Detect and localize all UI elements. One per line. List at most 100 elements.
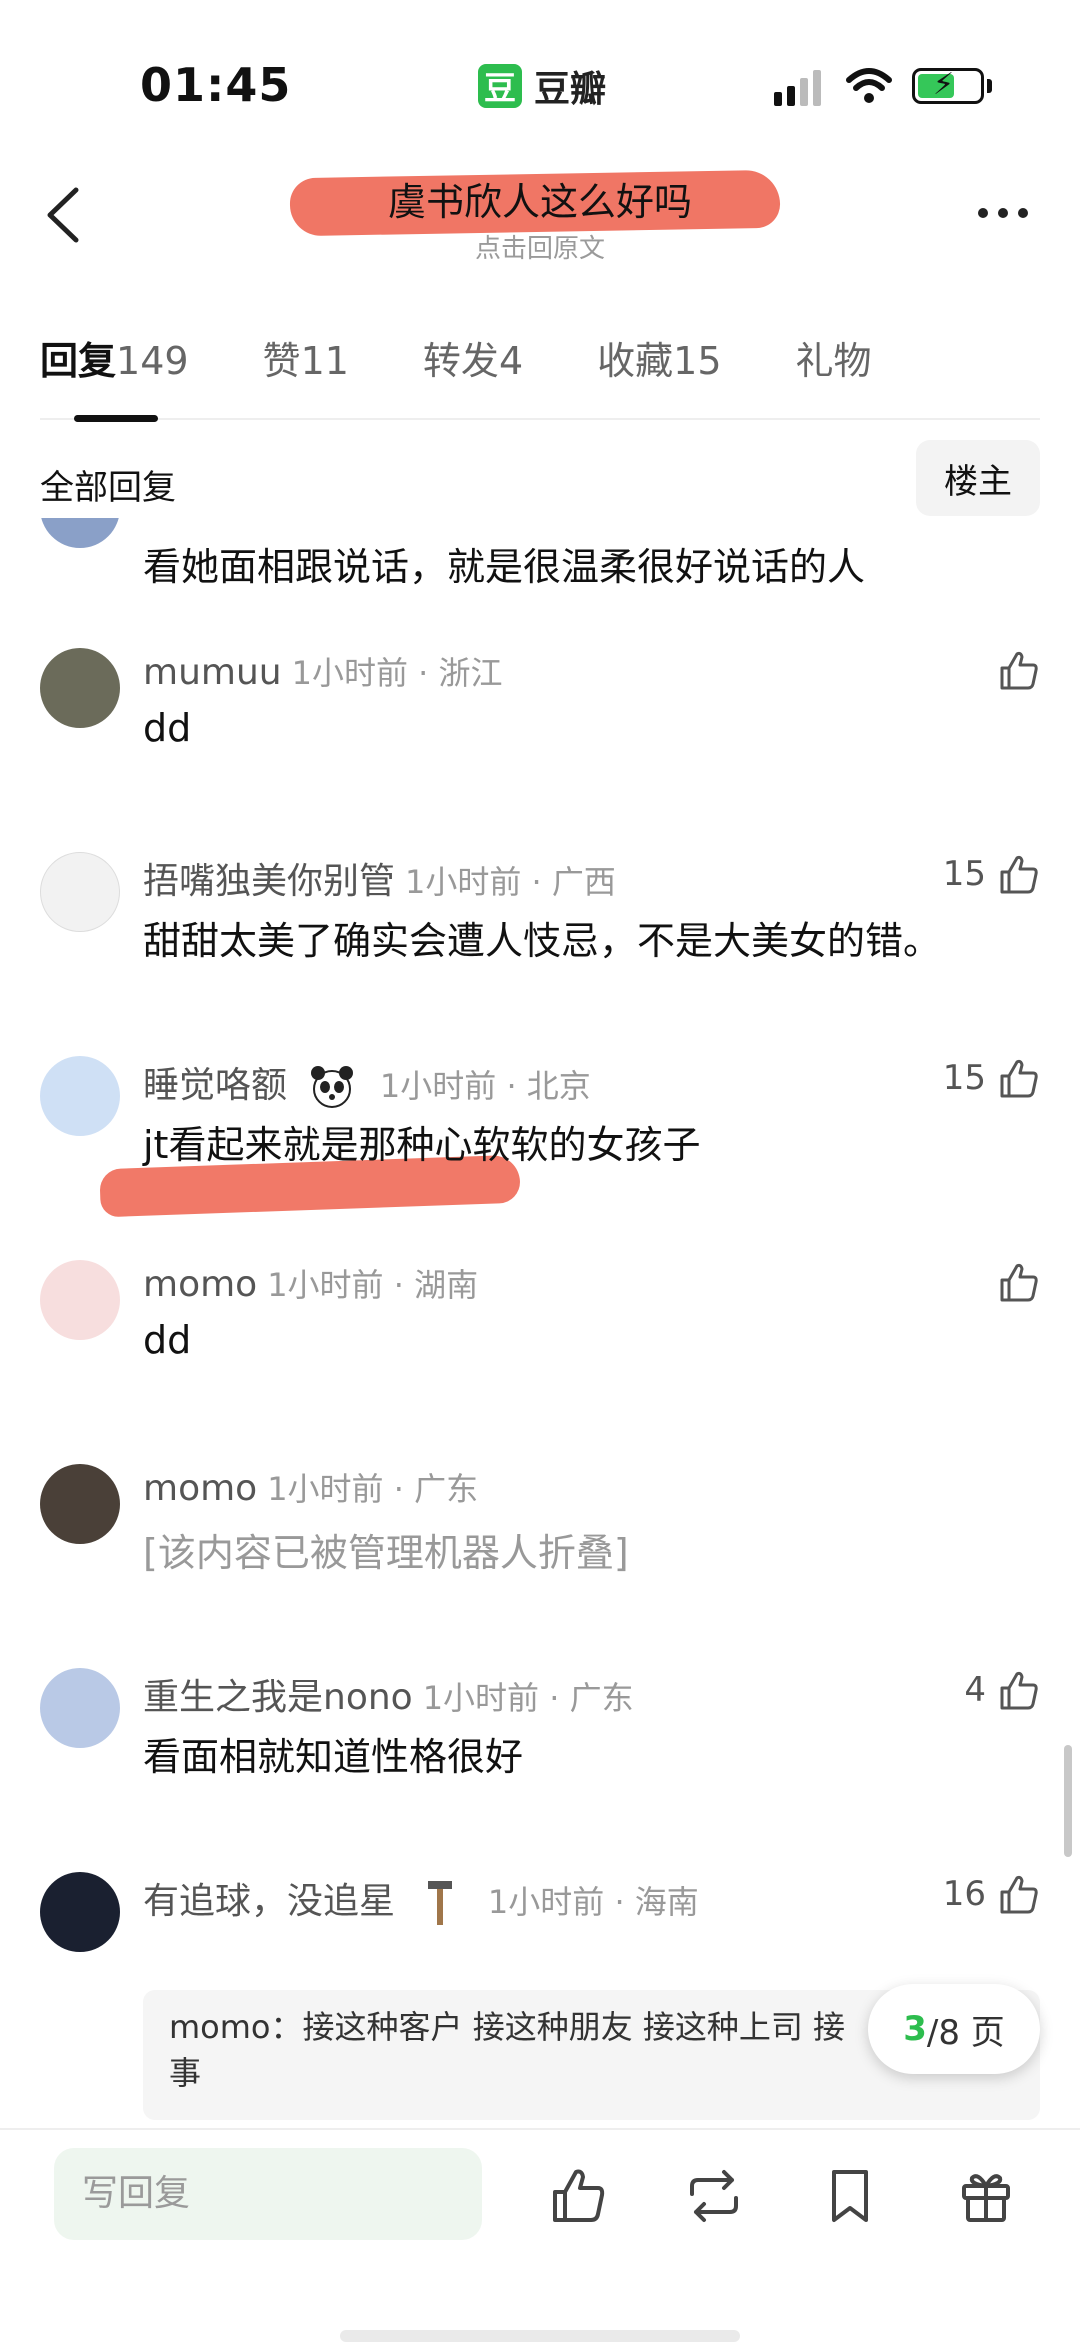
comment-author[interactable]: momo [143,1264,257,1305]
total-pages: /8 页 [926,2012,1005,2053]
thumbs-up-icon [1000,1059,1038,1098]
status-bar: 01:45 豆 豆瓣 ⚡ [0,0,1080,150]
like-count: 15 [942,854,986,894]
tab-reposts[interactable]: 转发4 [423,330,523,418]
app-name: 豆瓣 [534,69,607,110]
comment-like-button[interactable]: 4 [964,1668,1040,1712]
hammer-badge-icon [428,1881,453,1925]
thumbs-up-icon [1000,651,1038,690]
comment-like-button[interactable]: 15 [943,1056,1040,1100]
avatar[interactable] [40,1464,120,1544]
comment-content: dd [143,706,192,750]
comment-like-button[interactable]: 16 [943,1872,1040,1916]
tab-count: 15 [673,339,722,383]
comment-author[interactable]: 重生之我是nono [143,1677,413,1718]
tab-count: 149 [116,339,189,383]
comment-item: momo 1小时前 · 广东 [该内容已被管理机器人折叠] [0,1464,1080,1664]
douban-logo-icon: 豆 [478,64,522,108]
page-indicator[interactable]: 3/8 页 [868,1984,1040,2074]
scrollbar[interactable] [1064,1745,1072,1857]
avatar[interactable] [40,1260,120,1340]
quoted-author: momo： [169,2008,303,2046]
comment-author[interactable]: mumuu [143,652,282,693]
tab-label: 礼物 [795,339,872,383]
repost-icon[interactable] [682,2164,746,2228]
tab-label: 赞 [262,339,301,383]
tab-count: 4 [498,339,524,383]
filter-row: 全部回复 楼主 [40,440,1040,516]
thumbs-up-icon [1000,1671,1038,1710]
comment-header: momo 1小时前 · 广东 [143,1464,478,1510]
comment-item: mumuu 1小时前 · 浙江 dd [0,648,1080,848]
tab-collections[interactable]: 收藏15 [597,330,721,418]
comment-author[interactable]: 捂嘴独美你别管 [143,861,395,902]
quoted-text: 接这种客户 接这种朋友 接这种上司 接 [302,2008,846,2046]
like-count: 15 [942,1058,986,1098]
comment-header: momo 1小时前 · 湖南 [143,1260,478,1306]
comment-content: 看面相就知道性格很好 [143,1735,524,1779]
comment-item: 看她面相跟说话，就是很温柔很好说话的人 [0,518,1080,648]
comment-content: 看她面相跟说话，就是很温柔很好说话的人 [143,545,866,589]
owner-only-button[interactable]: 楼主 [916,440,1040,516]
comment-like-button[interactable]: 15 [943,852,1040,896]
like-icon[interactable] [545,2164,609,2228]
battery-charging-icon: ⚡ [912,67,984,104]
comment-content: jt看起来就是那种心软软的女孩子 [143,1123,701,1167]
comment-like-button[interactable] [986,1260,1040,1304]
comment-content: 甜甜太美了确实会遭人忮忌，不是大美女的错。 [143,919,942,963]
comment-item: 捂嘴独美你别管 1小时前 · 广西 15 甜甜太美了确实会遭人忮忌，不是大美女的错… [0,852,1080,1052]
tab-count: 11 [300,339,349,383]
tab-replies[interactable]: 回复149 [40,330,189,422]
avatar[interactable] [40,648,120,728]
chevron-left-icon[interactable] [36,180,96,250]
comment-content: dd [143,1318,192,1362]
comment-list: 看她面相跟说话，就是很温柔很好说话的人 mumuu 1小时前 · 浙江 dd 捂嘴… [0,518,1080,2128]
comment-header: mumuu 1小时前 · 浙江 [143,648,502,694]
panda-badge-icon [311,1066,354,1108]
bookmark-icon[interactable] [818,2164,882,2228]
thumbs-up-icon [1000,1875,1038,1914]
home-indicator [340,2330,740,2342]
tab-gifts[interactable]: 礼物 [796,330,872,418]
app-indicator: 豆 豆瓣 [478,60,606,112]
tab-label: 收藏 [597,339,674,383]
comment-like-button[interactable] [986,648,1040,692]
comment-author[interactable]: 睡觉咯额 [143,1065,287,1106]
comment-item: 重生之我是nono 1小时前 · 广东 4 看面相就知道性格很好 [0,1668,1080,1868]
comment-meta: 1小时前 · 广东 [422,1679,634,1717]
comment-meta: 1小时前 · 广东 [267,1470,479,1508]
comment-meta: 1小时前 · 湖南 [267,1266,479,1304]
more-dots-icon[interactable] [978,208,1028,218]
reply-input[interactable]: 写回复 [54,2148,482,2240]
avatar[interactable] [40,1056,120,1136]
avatar[interactable] [40,1872,120,1952]
post-title-area[interactable]: 虞书欣人这么好吗 点击回原文 [289,166,790,265]
tab-label: 转发 [422,339,499,383]
thumbs-up-icon [1000,855,1038,894]
comment-header: 捂嘴独美你别管 1小时前 · 广西 [143,852,616,904]
comment-author[interactable]: 有追球，没追星 [143,1881,395,1922]
all-replies-label: 全部回复 [40,468,176,508]
avatar[interactable] [40,518,120,548]
bottom-action-bar: 写回复 [0,2128,1080,2348]
comment-meta: 1小时前 · 广西 [405,863,616,901]
like-count: 16 [942,1874,986,1914]
comment-content-folded[interactable]: [该内容已被管理机器人折叠] [143,1522,629,1577]
comment-item: momo 1小时前 · 湖南 dd [0,1260,1080,1460]
gift-icon[interactable] [954,2164,1018,2228]
comment-meta: 1小时前 · 海南 [487,1883,699,1921]
battery-cap [987,79,992,93]
thumbs-up-icon [1000,1263,1038,1302]
status-time: 01:45 [140,58,292,112]
comment-item: 睡觉咯额 1小时前 · 北京 15 jt看起来就是那种心软软的女孩子 [0,1056,1080,1256]
tab-active-underline [74,415,158,422]
comment-author[interactable]: momo [143,1468,257,1509]
tab-likes[interactable]: 赞11 [263,330,349,418]
tab-label: 回复 [40,339,117,383]
tab-bar: 回复149 赞11 转发4 收藏15 礼物 [40,330,1040,422]
comment-header: 睡觉咯额 1小时前 · 北京 [143,1056,591,1113]
like-count: 4 [964,1670,986,1710]
avatar[interactable] [40,1668,120,1748]
back-to-original-link[interactable]: 点击回原文 [290,228,790,265]
avatar[interactable] [40,852,120,932]
